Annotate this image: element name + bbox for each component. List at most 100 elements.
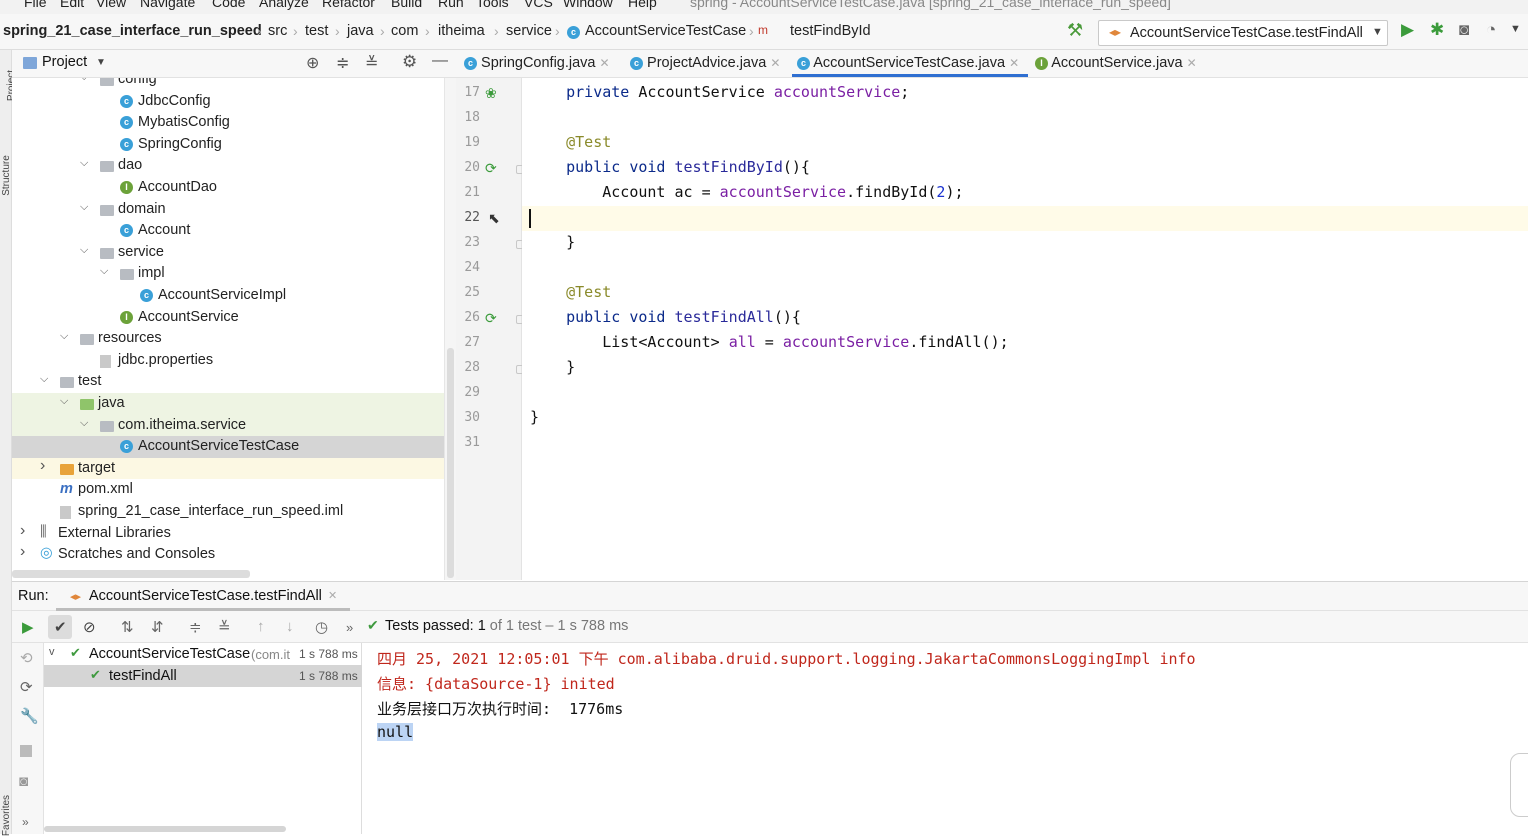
test-row-selected[interactable]: ✔ testFindAll 1 s 788 ms [44, 665, 362, 687]
locate-icon[interactable]: ⊕ [306, 53, 319, 73]
favorites-tool-button[interactable]: Favorites [1, 795, 12, 836]
chevron-down-icon[interactable]: v [49, 646, 55, 658]
arrow-down-icon[interactable]: ↓ [286, 618, 294, 635]
camera-icon[interactable]: ◙ [19, 773, 28, 790]
breadcrumb-test[interactable]: test [305, 23, 328, 39]
run-icon[interactable]: ▶ [1401, 20, 1414, 40]
menu-help[interactable]: Help [628, 0, 657, 10]
chevron-right-icon[interactable]: › [20, 522, 25, 540]
tree-item[interactable]: › ⫼ External Libraries [12, 522, 444, 545]
tree-item[interactable]: › ◎ Scratches and Consoles [12, 543, 444, 566]
scrollbar-thumb[interactable] [447, 348, 454, 578]
tree-item[interactable]: c MybatisConfig [12, 112, 444, 134]
breadcrumb-java[interactable]: java [347, 23, 374, 39]
tree-item[interactable]: c SpringConfig [12, 134, 444, 156]
structure-tool-button[interactable]: Structure [1, 155, 12, 196]
history-icon[interactable]: ◷ [315, 618, 328, 636]
chevron-right-icon[interactable]: › [40, 457, 45, 475]
menu-navigate[interactable]: Navigate [140, 0, 195, 10]
tab-accountservicetestcase[interactable]: c AccountServiceTestCase.java ✕ [797, 55, 1019, 71]
expand-all-icon[interactable]: ≑ [336, 53, 349, 73]
chevron-down-icon[interactable]: ⌵ [80, 417, 88, 430]
rerun-failed-icon[interactable]: ⟲ [20, 649, 33, 667]
tab-springconfig[interactable]: c SpringConfig.java ✕ [464, 55, 610, 71]
arrow-up-icon[interactable]: ↑ [257, 618, 265, 635]
tab-accountservice[interactable]: I AccountService.java ✕ [1035, 55, 1197, 71]
side-popup-handle[interactable] [1510, 753, 1528, 817]
menu-vcs[interactable]: VCS [524, 0, 553, 10]
menu-tools[interactable]: Tools [476, 0, 509, 10]
chevron-right-icon[interactable]: › [20, 543, 25, 561]
chevron-down-icon[interactable]: ⌵ [60, 330, 68, 343]
breadcrumb-project[interactable]: spring_21_case_interface_run_speed [3, 23, 262, 39]
run-configuration-select[interactable]: ◂▸ AccountServiceTestCase.testFindAll ▼ [1098, 20, 1388, 46]
more-icon[interactable]: » [346, 620, 353, 635]
chevron-down-icon[interactable]: ▼ [96, 57, 106, 68]
menu-file[interactable]: File [24, 0, 47, 10]
menu-run[interactable]: Run [438, 0, 464, 10]
coverage-icon[interactable]: ◙ [1459, 20, 1469, 40]
tree-item[interactable]: I AccountDao [12, 177, 444, 199]
build-hammer-icon[interactable]: ⚒ [1067, 20, 1083, 41]
project-panel-title[interactable]: Project [42, 54, 87, 70]
chevron-down-icon[interactable]: ⌵ [80, 201, 88, 214]
tree-item[interactable]: ⌵ service [12, 242, 444, 264]
tree-item[interactable]: ⌵ impl [12, 263, 444, 285]
more-icon[interactable]: » [22, 815, 29, 829]
tree-scrollbar[interactable] [444, 78, 456, 580]
tree-item[interactable]: c AccountServiceImpl [12, 285, 444, 307]
editor-gutter[interactable]: 17 18 19 20 21 22 23 24 25 26 27 28 29 30 31 [456, 78, 525, 580]
run-test-icon[interactable]: ⟳ [485, 310, 497, 327]
expand-all-icon[interactable]: ≑ [189, 618, 202, 636]
console-output[interactable]: 四月 25, 2021 12:05:01 下午 com.alibaba.drui… [362, 643, 1528, 834]
run-test-icon[interactable]: ⟳ [485, 160, 497, 177]
bean-icon[interactable]: ❀ [485, 85, 497, 102]
tab-projectadvice[interactable]: c ProjectAdvice.java ✕ [630, 55, 780, 71]
toggle-auto-test-icon[interactable]: ⟳ [20, 678, 33, 696]
tree-item[interactable]: ⌵ com.itheima.service [12, 414, 444, 437]
breadcrumb-method[interactable]: testFindById [790, 23, 871, 39]
breadcrumb-class[interactable]: AccountServiceTestCase [585, 23, 746, 39]
run-tab[interactable]: ◂▸ AccountServiceTestCase.testFindAll ✕ [56, 582, 350, 611]
menu-code[interactable]: Code [212, 0, 245, 10]
show-ignored-icon[interactable]: ⊘ [83, 618, 96, 636]
gear-icon[interactable]: ⚙ [402, 52, 417, 72]
tree-item[interactable]: c JdbcConfig [12, 91, 444, 113]
menu-window[interactable]: Window [563, 0, 613, 10]
hide-panel-icon[interactable]: — [432, 52, 448, 70]
stop-icon[interactable] [20, 745, 32, 757]
wrench-icon[interactable]: 🔧 [20, 707, 39, 725]
menu-build[interactable]: Build [391, 0, 422, 10]
tree-item[interactable]: › target [12, 457, 444, 480]
close-icon[interactable]: ✕ [1187, 56, 1197, 70]
debug-bug-icon[interactable]: ✱ [1430, 20, 1444, 40]
close-icon[interactable]: ✕ [770, 56, 780, 70]
tree-hscrollbar-thumb[interactable] [12, 570, 250, 578]
tree-item[interactable]: ⌵ test [12, 371, 444, 393]
menu-edit[interactable]: Edit [60, 0, 84, 10]
chevron-down-icon[interactable]: ▼ [1510, 23, 1521, 35]
breadcrumb-src[interactable]: src [268, 23, 287, 39]
chevron-down-icon[interactable]: ⌵ [40, 373, 48, 386]
collapse-all-icon[interactable]: ≚ [218, 618, 231, 636]
tree-item[interactable]: I AccountService [12, 307, 444, 329]
close-icon[interactable]: ✕ [328, 589, 337, 602]
close-icon[interactable]: ✕ [1009, 56, 1019, 70]
collapse-all-icon[interactable]: ≚ [365, 53, 378, 73]
chevron-down-icon[interactable]: ⌵ [60, 395, 68, 408]
tree-item[interactable]: ⌵ dao [12, 155, 444, 177]
profile-icon[interactable]: ◔ [1486, 20, 1496, 40]
chevron-down-icon[interactable]: ⌵ [100, 265, 108, 278]
tree-item[interactable]: c AccountServiceTestCase [12, 436, 444, 458]
chevron-down-icon[interactable]: ⌵ [80, 244, 88, 257]
sort-alpha-icon[interactable]: ⇅ [121, 618, 134, 636]
tree-item[interactable]: jdbc.properties [12, 350, 444, 372]
tree-item[interactable]: ⌵ domain [12, 199, 444, 221]
test-tree-hscrollbar-thumb[interactable] [44, 826, 286, 832]
test-row[interactable]: v ✔ AccountServiceTestCase (com.it 1 s 7… [44, 643, 362, 665]
chevron-down-icon[interactable]: ⌵ [80, 157, 88, 170]
breadcrumb-itheima[interactable]: itheima [438, 23, 485, 39]
menu-analyze[interactable]: Analyze [259, 0, 309, 10]
sort-duration-icon[interactable]: ⇵ [151, 618, 164, 636]
rerun-icon[interactable]: ▶ [22, 618, 34, 636]
